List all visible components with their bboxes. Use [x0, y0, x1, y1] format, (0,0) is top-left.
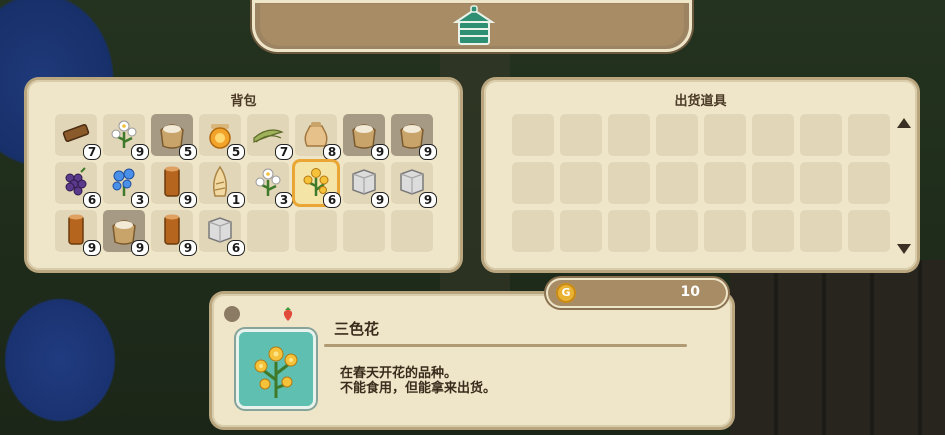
- backpack-slot[interactable]: 9: [103, 210, 149, 256]
- item-quantity: 9: [419, 144, 437, 160]
- backpack-slot[interactable]: 7: [247, 114, 293, 160]
- shipping-slot[interactable]: [848, 162, 890, 204]
- description-line-2: 不能食用，但能拿来出货。: [340, 381, 497, 396]
- shipping-slot[interactable]: [608, 114, 650, 156]
- title-bar: [252, 0, 692, 52]
- item-quantity: 9: [179, 240, 197, 256]
- item-quantity: 3: [275, 192, 293, 208]
- item-quantity: 8: [323, 144, 341, 160]
- shipping-bin-icon: [452, 5, 496, 45]
- shipping-slot[interactable]: [608, 210, 650, 252]
- item-quantity: 5: [227, 144, 245, 160]
- shipping-title: 出货道具: [674, 94, 727, 109]
- shipping-slot[interactable]: [560, 162, 602, 204]
- shipping-slot[interactable]: [752, 210, 794, 252]
- face-icon: [224, 306, 240, 322]
- backpack-slot[interactable]: 5: [151, 114, 197, 160]
- shipping-grid: [512, 114, 890, 252]
- backpack-slot[interactable]: 3: [247, 162, 293, 208]
- shipping-slot[interactable]: [800, 210, 842, 252]
- item-quantity: 9: [371, 144, 389, 160]
- item-quantity: 5: [179, 144, 197, 160]
- shipping-slot[interactable]: [800, 114, 842, 156]
- backpack-slot[interactable]: 9: [343, 162, 389, 208]
- item-description: 在春天开花的品种。 不能食用，但能拿来出货。: [340, 366, 496, 396]
- item-quantity: 1: [227, 192, 245, 208]
- backpack-slot[interactable]: 9: [391, 114, 437, 160]
- scroll-down-arrow-icon[interactable]: [897, 244, 911, 254]
- backpack-slot[interactable]: [295, 210, 337, 252]
- shipping-slot[interactable]: [752, 162, 794, 204]
- shipping-slot[interactable]: [560, 114, 602, 156]
- backpack-slot[interactable]: 7: [55, 114, 101, 160]
- backpack-slot[interactable]: 1: [199, 162, 245, 208]
- shipping-slot[interactable]: [848, 114, 890, 156]
- backpack-slot[interactable]: 9: [151, 162, 197, 208]
- item-quantity: 9: [83, 240, 101, 256]
- yellow-flower-icon: [254, 346, 298, 398]
- shipping-slot[interactable]: [656, 162, 698, 204]
- item-quantity: 6: [227, 240, 245, 256]
- backpack-slot[interactable]: [247, 210, 289, 252]
- backpack-slot[interactable]: 8: [295, 114, 341, 160]
- backpack-slot[interactable]: 6: [295, 162, 341, 208]
- item-quantity: 9: [131, 144, 149, 160]
- item-quantity: 7: [275, 144, 293, 160]
- shipping-slot[interactable]: [512, 162, 554, 204]
- item-detail-panel: 三色花 在春天开花的品种。 不能食用，但能拿来出货。: [212, 294, 732, 427]
- backpack-slot[interactable]: [391, 210, 433, 252]
- backpack-slot[interactable]: 6: [55, 162, 101, 208]
- shipping-slot[interactable]: [704, 162, 746, 204]
- shipping-slot[interactable]: [512, 210, 554, 252]
- shipping-slot[interactable]: [512, 114, 554, 156]
- backpack-slot[interactable]: 9: [343, 114, 389, 160]
- item-quantity: 7: [83, 144, 101, 160]
- item-name: 三色花: [334, 320, 380, 338]
- backpack-slot[interactable]: 9: [55, 210, 101, 256]
- item-quantity: 9: [371, 192, 389, 208]
- shipping-slot[interactable]: [704, 210, 746, 252]
- item-quantity: 9: [419, 192, 437, 208]
- item-quantity: 9: [131, 240, 149, 256]
- backpack-slot[interactable]: 6: [199, 210, 245, 256]
- backpack-slot[interactable]: 9: [391, 162, 437, 208]
- item-quantity: 3: [131, 192, 149, 208]
- item-preview: [239, 332, 313, 406]
- backpack-slot[interactable]: 5: [199, 114, 245, 160]
- shipping-slot[interactable]: [560, 210, 602, 252]
- shipping-slot[interactable]: [656, 114, 698, 156]
- item-quantity: 9: [179, 192, 197, 208]
- shipping-slot[interactable]: [608, 162, 650, 204]
- divider: [324, 344, 687, 347]
- coin-amount: 10: [680, 284, 700, 300]
- shipping-slot[interactable]: [656, 210, 698, 252]
- backpack-grid: 7 9 5 5 7 8 9 9 6 3 9 1 3 6 9 9 9 9 9 6: [55, 114, 437, 256]
- shipping-slot[interactable]: [704, 114, 746, 156]
- shipping-slot[interactable]: [848, 210, 890, 252]
- strawberry-icon: [283, 307, 293, 321]
- shipping-slot[interactable]: [752, 114, 794, 156]
- background-field: [730, 260, 945, 435]
- backpack-title: 背包: [230, 94, 257, 109]
- gold-coin-icon: G: [556, 283, 576, 303]
- backpack-slot[interactable]: 9: [103, 114, 149, 160]
- shipping-slot[interactable]: [800, 162, 842, 204]
- backpack-slot[interactable]: 3: [103, 162, 149, 208]
- description-line-1: 在春天开花的品种。: [340, 366, 458, 381]
- backpack-panel: 背包 7 9 5 5 7 8 9 9 6 3 9 1 3 6 9 9 9 9 9 6: [27, 80, 460, 270]
- scroll-up-arrow-icon[interactable]: [897, 118, 911, 128]
- shipping-panel: 出货道具: [484, 80, 917, 270]
- item-quantity: 6: [323, 192, 341, 208]
- item-quantity: 6: [83, 192, 101, 208]
- coin-counter: G 10: [548, 280, 726, 306]
- backpack-slot[interactable]: 9: [151, 210, 197, 256]
- backpack-slot[interactable]: [343, 210, 385, 252]
